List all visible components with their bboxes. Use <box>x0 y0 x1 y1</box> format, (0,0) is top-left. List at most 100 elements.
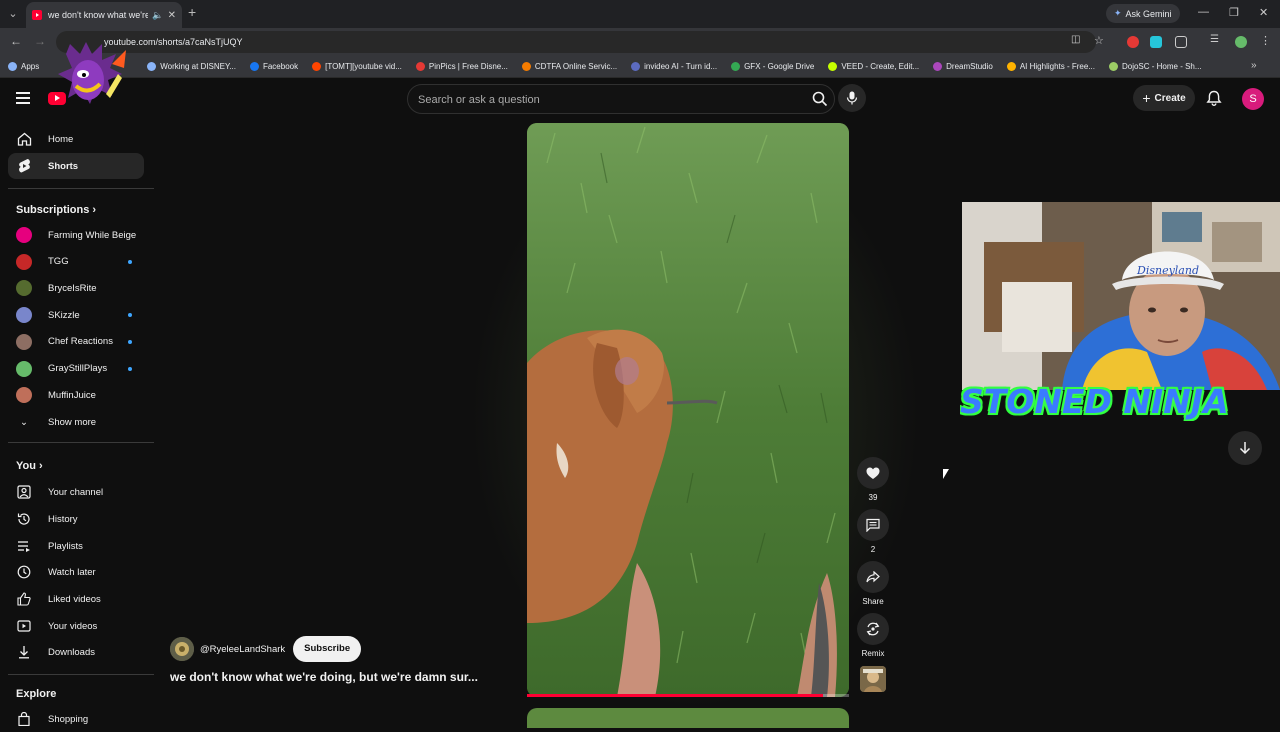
create-button[interactable]: + Create <box>1133 85 1195 111</box>
bookmark-label: Apps <box>21 62 40 71</box>
bookmark-item[interactable]: PinPics | Free Disne... <box>415 62 508 71</box>
speaker-icon[interactable]: 🔈 <box>152 10 163 21</box>
heart-icon <box>866 467 880 479</box>
sidebar-item-label: MuffinJuice <box>48 389 96 401</box>
remix-action[interactable]: Remix <box>857 613 889 658</box>
bookmark-item[interactable]: DojoSC - Home - Sh... <box>1108 62 1202 71</box>
minimize-icon[interactable]: — <box>1198 6 1209 18</box>
ask-gemini-button[interactable]: ✦ Ask Gemini <box>1106 4 1180 23</box>
subscribe-button[interactable]: Subscribe <box>293 636 362 662</box>
gemini-sparkle-icon: ✦ <box>1114 8 1122 18</box>
sidebar-item-label: Playlists <box>48 540 83 552</box>
browser-menu-icon[interactable]: ⋮ <box>1260 34 1271 47</box>
hat-logo-text: Disneyland <box>1136 264 1199 277</box>
new-tab-button[interactable]: + <box>188 4 196 20</box>
browser-tab-active[interactable]: we don't know what we're d 🔈 ✕ <box>26 2 182 28</box>
mouse-cursor-icon <box>943 469 949 479</box>
restore-icon[interactable]: ❐ <box>1229 6 1239 19</box>
like-action[interactable]: 39 <box>857 457 889 502</box>
bookmark-item[interactable]: Apps <box>8 62 39 71</box>
search-input[interactable] <box>418 91 788 109</box>
sidebar-divider <box>8 188 154 189</box>
bookmark-item[interactable]: CDTFA Online Servic... <box>521 62 617 71</box>
bookmark-item[interactable]: [TOMT][youtube vid... <box>312 62 402 71</box>
short-video-player[interactable] <box>527 123 849 697</box>
bookmark-label: VEED - Create, Edit... <box>841 62 920 71</box>
notifications-bell-icon[interactable] <box>1206 90 1222 112</box>
comments-action[interactable]: 2 <box>857 509 889 554</box>
subscriptions-heading[interactable]: Subscriptions › <box>16 204 96 216</box>
channel-avatar <box>16 253 32 270</box>
shopping-bag-icon <box>16 711 32 727</box>
sidebar-item-playlists[interactable]: Playlists <box>8 533 144 559</box>
chevron-right-icon: › <box>92 204 97 216</box>
bookmark-item[interactable]: VEED - Create, Edit... <box>828 62 919 71</box>
extension-teal-icon[interactable] <box>1150 36 1162 48</box>
channel-name[interactable]: @RyeleeLandShark <box>200 644 285 655</box>
short-title[interactable]: we don't know what we're doing, but we'r… <box>170 670 510 684</box>
sidebar-subscription-item[interactable]: SKizzle <box>8 302 144 328</box>
sidebar-subscription-item[interactable]: Farming While Beige <box>8 222 144 248</box>
sidebar-item-history[interactable]: History <box>8 506 144 532</box>
sidebar-subscription-item[interactable]: TGG <box>8 249 144 275</box>
account-avatar[interactable]: S <box>1242 88 1264 110</box>
sidebar-item-home[interactable]: Home <box>8 126 144 152</box>
bookmark-item[interactable]: Working at DISNEY... <box>147 62 236 71</box>
you-heading[interactable]: You › <box>16 460 43 472</box>
next-short-preview[interactable] <box>527 708 849 728</box>
browser-tab-bar: ⌄ we don't know what we're d 🔈 ✕ + ✦ Ask… <box>0 0 1280 28</box>
sidebar-subscription-item[interactable]: BryceIsRite <box>8 275 144 301</box>
media-control-icon[interactable]: ☰ <box>1210 34 1219 45</box>
sidebar-item-label: Farming While Beige <box>48 229 137 241</box>
bookmark-label: DreamStudio <box>946 62 993 71</box>
bookmarks-overflow-icon[interactable]: » <box>1251 60 1257 71</box>
sidebar-item-label: Shorts <box>48 160 79 172</box>
like-count: 39 <box>868 493 878 502</box>
sidebar-item-downloads[interactable]: Downloads <box>8 639 144 665</box>
tab-list-chevron-icon[interactable]: ⌄ <box>4 5 22 23</box>
bookmark-label: DojoSC - Home - Sh... <box>1121 62 1202 71</box>
sidebar-item-watch-later[interactable]: Watch later <box>8 559 144 585</box>
next-short-button[interactable] <box>1228 431 1262 465</box>
sidebar-subscription-item[interactable]: GrayStillPlays <box>8 356 144 382</box>
remix-button[interactable] <box>857 613 889 645</box>
sidebar-subscription-item[interactable]: MuffinJuice <box>8 382 144 408</box>
new-content-dot <box>128 366 132 371</box>
bookmark-star-icon[interactable]: ☆ <box>1094 34 1104 47</box>
menu-hamburger-icon[interactable] <box>16 92 30 104</box>
search-box[interactable] <box>407 84 835 114</box>
show-more-button[interactable]: ⌄ Show more <box>8 409 144 435</box>
sidebar-item-your-channel[interactable]: Your channel <box>8 479 144 505</box>
sidebar-item-your-videos[interactable]: Your videos <box>8 613 144 639</box>
playback-progress-bar[interactable] <box>527 694 849 697</box>
bookmark-favicon-icon <box>731 62 741 71</box>
channel-avatar[interactable] <box>170 637 194 661</box>
new-content-dot <box>128 339 132 344</box>
share-action[interactable]: Share <box>857 561 889 606</box>
forward-arrow-icon[interactable]: → <box>34 34 46 48</box>
extensions-puzzle-icon[interactable] <box>1175 36 1187 48</box>
back-arrow-icon[interactable]: ← <box>10 34 22 48</box>
sound-thumbnail[interactable] <box>860 666 886 692</box>
bookmark-item[interactable]: GFX - Google Drive <box>731 62 814 71</box>
sidebar-item-shopping[interactable]: Shopping <box>8 706 144 732</box>
bookmark-item[interactable]: AI Highlights - Free... <box>1006 62 1095 71</box>
extension-green-icon[interactable] <box>1235 36 1247 48</box>
extension-red-icon[interactable] <box>1127 36 1139 48</box>
bookmark-item[interactable]: invideo AI - Turn id... <box>631 62 717 71</box>
sidebar-item-liked-videos[interactable]: Liked videos <box>8 586 144 612</box>
tab-close-icon[interactable]: ✕ <box>168 10 176 21</box>
bookmark-item[interactable]: Facebook <box>249 62 298 71</box>
sidebar-item-shorts[interactable]: Shorts <box>8 153 144 179</box>
share-button[interactable] <box>857 561 889 593</box>
comments-button[interactable] <box>857 509 889 541</box>
address-bar[interactable]: youtube.com/shorts/a7caNsTjUQY <box>56 31 1096 53</box>
sidebar-subscription-item[interactable]: Chef Reactions <box>8 329 144 355</box>
like-button[interactable] <box>857 457 889 489</box>
your-videos-icon <box>16 618 32 634</box>
search-button[interactable] <box>804 84 836 114</box>
voice-search-button[interactable] <box>838 84 866 112</box>
install-app-icon[interactable]: ◫ <box>1071 34 1080 45</box>
bookmark-item[interactable]: DreamStudio <box>933 62 993 71</box>
window-close-icon[interactable]: ✕ <box>1259 6 1268 19</box>
